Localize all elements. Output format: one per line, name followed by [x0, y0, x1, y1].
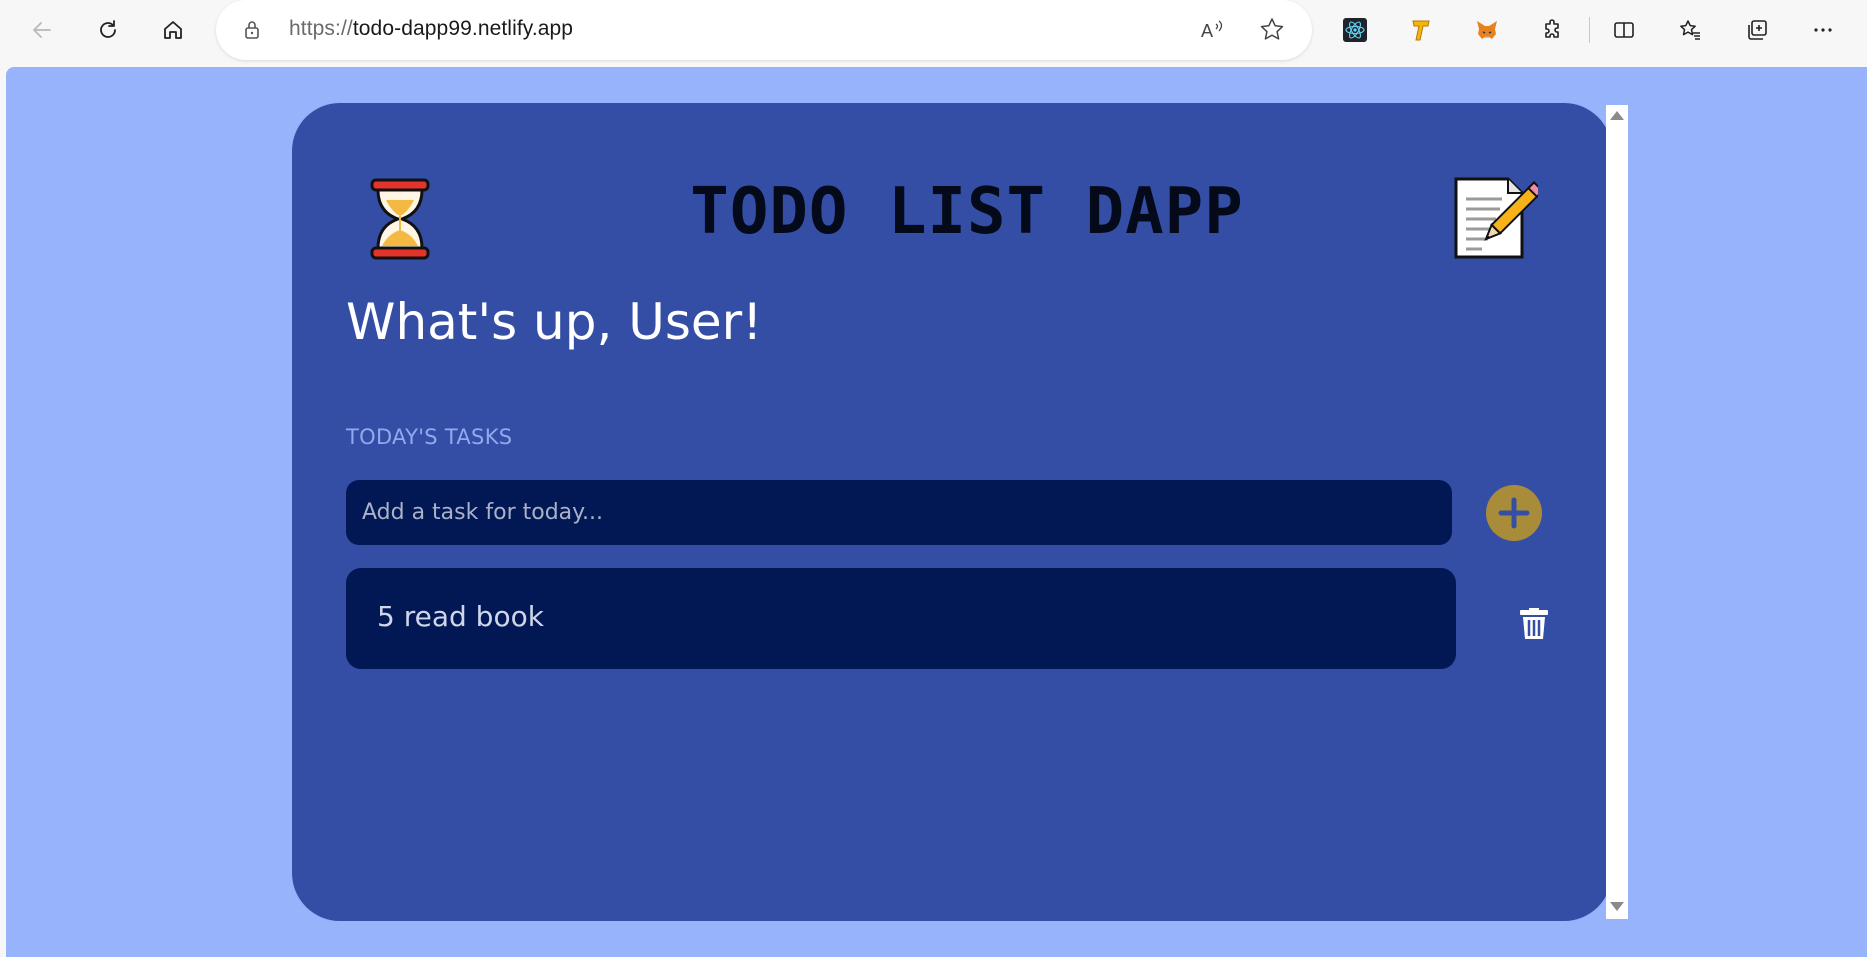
- back-icon: [33, 22, 51, 38]
- extensions-puzzle-icon: [1545, 19, 1559, 38]
- refresh-button[interactable]: [88, 10, 128, 50]
- metamask-button[interactable]: [1467, 10, 1507, 50]
- favorite-star-icon[interactable]: [1258, 16, 1286, 44]
- svg-text:A: A: [1201, 21, 1213, 41]
- hourglass-icon: [370, 178, 430, 260]
- extensions-button[interactable]: [1533, 10, 1573, 50]
- home-icon: [164, 21, 182, 39]
- greeting-heading: What's up, User!: [346, 293, 763, 351]
- read-aloud-icon[interactable]: A: [1198, 16, 1226, 44]
- url-protocol: https://: [289, 17, 353, 40]
- react-devtools-button[interactable]: [1335, 10, 1375, 50]
- collections-button[interactable]: [1737, 10, 1777, 50]
- more-button[interactable]: [1803, 10, 1843, 50]
- app-title: TODO LIST DAPP: [690, 175, 1244, 249]
- add-task-button[interactable]: [1486, 485, 1542, 541]
- react-devtools-icon: [1343, 18, 1367, 42]
- metamask-icon: [1477, 21, 1497, 39]
- scrollbar[interactable]: [1606, 105, 1628, 919]
- address-bar[interactable]: https://todo-dapp99.netlify.app A: [216, 0, 1312, 60]
- split-screen-button[interactable]: [1604, 10, 1644, 50]
- url-host: todo-dapp99.netlify.app: [352, 17, 574, 40]
- trash-icon[interactable]: [1518, 605, 1550, 641]
- add-task-input[interactable]: [346, 480, 1452, 545]
- browser-toolbar: https://todo-dapp99.netlify.app A: [0, 0, 1867, 60]
- home-button[interactable]: [153, 10, 193, 50]
- scroll-up-arrow-icon[interactable]: [1610, 111, 1624, 120]
- lock-icon: [245, 21, 259, 39]
- favorites-button[interactable]: [1670, 10, 1710, 50]
- back-button[interactable]: [22, 10, 62, 50]
- favorites-icon: [1680, 20, 1700, 40]
- more-icon: [1814, 28, 1832, 32]
- collections-icon: [1748, 20, 1767, 40]
- refresh-icon: [100, 20, 116, 38]
- task-text: 5 read book: [377, 600, 544, 633]
- page-viewport: TODO LIST DAPP What's up, User! TODAY'S …: [6, 67, 1867, 957]
- memo-pencil-icon: [1454, 177, 1538, 259]
- extension-t-button[interactable]: [1401, 10, 1441, 50]
- todo-card: TODO LIST DAPP What's up, User! TODAY'S …: [292, 103, 1612, 921]
- split-screen-icon: [1614, 22, 1634, 38]
- url-text: https://todo-dapp99.netlify.app: [289, 17, 573, 41]
- task-item: 5 read book: [346, 568, 1456, 669]
- extension-t-icon: [1412, 20, 1430, 41]
- scroll-down-arrow-icon[interactable]: [1610, 902, 1624, 911]
- plus-icon: [1498, 497, 1530, 529]
- toolbar-separator: [1589, 17, 1590, 43]
- todays-tasks-label: TODAY'S TASKS: [346, 425, 513, 449]
